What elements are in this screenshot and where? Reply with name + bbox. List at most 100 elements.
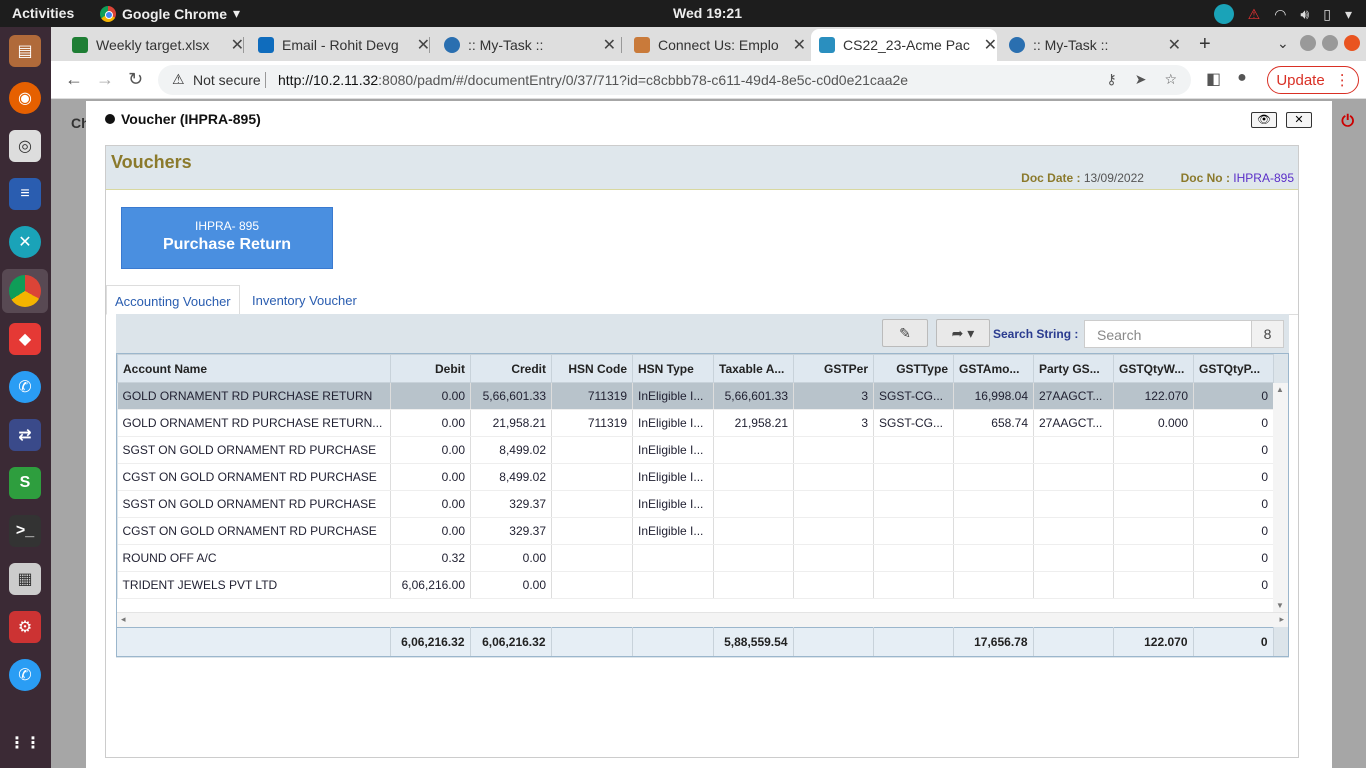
edit-button[interactable]: ✎	[882, 319, 928, 347]
settings-tool-icon[interactable]: ⚙	[9, 611, 41, 643]
tab-accounting-voucher[interactable]: Accounting Voucher	[106, 285, 240, 315]
tab-search-icon[interactable]: ⌄	[1277, 35, 1289, 52]
volume-icon[interactable]: 🔊︎	[1300, 6, 1309, 23]
url-text[interactable]: http://10.2.11.32:8080/padm/#/documentEn…	[278, 72, 908, 88]
column-header[interactable]: HSN Code	[551, 354, 633, 383]
modal-close-button[interactable]: ✕	[1286, 112, 1312, 128]
column-header[interactable]: GSTPer	[793, 354, 874, 383]
browser-tab[interactable]: :: My-Task :: ✕	[436, 29, 616, 61]
total-cell	[873, 627, 954, 657]
sync-icon[interactable]	[1213, 4, 1234, 24]
cell-gst-amt	[953, 490, 1034, 518]
toolbar-right-icons: ◧ ●	[1206, 69, 1247, 89]
table-row[interactable]: ROUND OFF A/C 0.32 0.00 0	[117, 544, 1274, 572]
table-row[interactable]: SGST ON GOLD ORNAMENT RD PURCHASE 0.00 329…	[117, 490, 1274, 518]
column-header[interactable]: Taxable A...	[713, 354, 794, 383]
maximize-button[interactable]	[1322, 35, 1338, 51]
browser-tab-active[interactable]: CS22_23-Acme Pac ✕	[811, 29, 997, 61]
close-icon[interactable]: ✕	[231, 35, 244, 55]
column-header[interactable]: GSTAmo...	[953, 354, 1034, 383]
wifi-icon[interactable]: ◠	[1274, 6, 1286, 23]
close-icon[interactable]: ✕	[1168, 35, 1181, 55]
hide-eye-button[interactable]: 👁︎	[1251, 112, 1277, 128]
scroll-right-icon[interactable]: ▸	[1279, 614, 1284, 625]
browser-tab[interactable]: Weekly target.xlsx ✕	[64, 29, 244, 61]
table-row[interactable]: SGST ON GOLD ORNAMENT RD PURCHASE 0.00 8,4…	[117, 436, 1274, 464]
power-icon[interactable]: ⏻	[1341, 113, 1354, 131]
table-row[interactable]: GOLD ORNAMENT RD PURCHASE RETURN... 0.00 2…	[117, 409, 1274, 437]
side-panel-icon[interactable]: ◧	[1206, 69, 1221, 89]
app-grid-icon[interactable]: ⋮⋮	[9, 727, 41, 759]
reload-icon[interactable]: ↻	[128, 69, 143, 90]
warning-icon[interactable]: ⚠	[172, 71, 185, 88]
chrome-dock-icon[interactable]	[9, 275, 41, 307]
address-bar[interactable]: ⚠ Not secure http://10.2.11.32:8080/padm…	[158, 65, 1191, 95]
clock[interactable]: Wed 19:21	[673, 5, 742, 21]
table-row[interactable]: GOLD ORNAMENT RD PURCHASE RETURN 0.00 5,66…	[117, 382, 1274, 410]
phone-icon[interactable]: ✆	[9, 371, 41, 403]
column-header[interactable]: GSTType	[873, 354, 954, 383]
firefox-icon[interactable]: ◉	[9, 82, 41, 114]
column-header[interactable]: GSTQtyP...	[1193, 354, 1274, 383]
warning-icon[interactable]: ⚠	[1248, 6, 1261, 23]
voucher-type-card[interactable]: IHPRA- 895 Purchase Return	[121, 207, 333, 269]
anydesk-icon[interactable]: ◆	[9, 323, 41, 355]
column-header[interactable]: HSN Type	[632, 354, 714, 383]
window-close-button[interactable]	[1344, 35, 1360, 51]
network-icon[interactable]: ⇄	[9, 419, 41, 451]
system-tray[interactable]: ⚠ ◠ 🔊︎ ▯ ▾	[1213, 4, 1352, 24]
forward-icon[interactable]: →	[96, 69, 114, 90]
back-icon[interactable]: ←	[65, 69, 83, 90]
cell-qty-p: 0	[1193, 436, 1274, 464]
chevron-down-icon[interactable]: ▾	[1345, 6, 1352, 23]
tab-title: Weekly target.xlsx	[96, 37, 210, 53]
send-icon[interactable]: ➤	[1135, 71, 1147, 88]
scroll-left-icon[interactable]: ◂	[121, 614, 126, 625]
close-icon[interactable]: ✕	[603, 35, 616, 55]
column-header[interactable]: Account Name	[117, 354, 391, 383]
column-header[interactable]: Debit	[390, 354, 471, 383]
sync-app-icon[interactable]: ✕	[9, 226, 41, 258]
cell-gst-type	[873, 544, 954, 572]
speaker-app-icon[interactable]: ◎	[9, 130, 41, 162]
kebab-menu-icon[interactable]: ⋮	[1335, 71, 1350, 89]
writer-icon[interactable]: ≡	[9, 178, 41, 210]
profile-icon[interactable]: ●	[1237, 69, 1247, 89]
cell-qty-w	[1113, 436, 1194, 464]
key-icon[interactable]: ⚷	[1106, 71, 1116, 88]
system-top-bar: Activities Google Chrome ▾ Wed 19:21 ⚠ ◠…	[0, 0, 1366, 27]
share-dropdown-button[interactable]: ➦ ▾	[936, 319, 990, 347]
battery-icon[interactable]: ▯	[1323, 6, 1331, 23]
update-button[interactable]: Update ⋮	[1267, 66, 1359, 94]
calculator-icon[interactable]: ▦	[9, 563, 41, 595]
phone2-icon[interactable]: ✆	[9, 659, 41, 691]
terminal-icon[interactable]: >_	[9, 515, 41, 547]
table-row[interactable]: CGST ON GOLD ORNAMENT RD PURCHASE 0.00 8,4…	[117, 463, 1274, 491]
search-input[interactable]: Search	[1084, 320, 1252, 348]
browser-tab[interactable]: :: My-Task :: ✕	[1001, 29, 1181, 61]
sheets-icon[interactable]: S	[9, 467, 41, 499]
column-header[interactable]: Party GS...	[1033, 354, 1114, 383]
table-row[interactable]: TRIDENT JEWELS PVT LTD 6,06,216.00 0.00 0	[117, 571, 1274, 599]
scroll-up-icon[interactable]: ▲	[1276, 385, 1284, 394]
scroll-down-icon[interactable]: ▼	[1276, 601, 1284, 610]
browser-tab[interactable]: Email - Rohit Devg ✕	[250, 29, 430, 61]
close-icon[interactable]: ✕	[793, 35, 806, 55]
tab-inventory-voucher[interactable]: Inventory Voucher	[244, 285, 365, 315]
security-label[interactable]: Not secure	[193, 72, 261, 88]
app-menu[interactable]: Google Chrome ▾	[100, 5, 240, 22]
browser-tab[interactable]: Connect Us: Emplo ✕	[626, 29, 806, 61]
star-icon[interactable]: ☆	[1164, 71, 1177, 88]
vertical-scrollbar[interactable]: ▲ ▼	[1273, 383, 1288, 612]
activities-button[interactable]: Activities	[12, 5, 74, 21]
close-icon[interactable]: ✕	[417, 35, 430, 55]
column-header[interactable]: Credit	[470, 354, 552, 383]
horizontal-scrollbar[interactable]: ◂ ▸	[117, 612, 1288, 627]
new-tab-button[interactable]: +	[1199, 33, 1211, 56]
table-row[interactable]: CGST ON GOLD ORNAMENT RD PURCHASE 0.00 329…	[117, 517, 1274, 545]
minimize-button[interactable]	[1300, 35, 1316, 51]
close-icon[interactable]: ✕	[984, 35, 997, 55]
excel-icon	[72, 37, 88, 53]
files-icon[interactable]: ▤	[9, 35, 41, 67]
column-header[interactable]: GSTQtyW...	[1113, 354, 1194, 383]
